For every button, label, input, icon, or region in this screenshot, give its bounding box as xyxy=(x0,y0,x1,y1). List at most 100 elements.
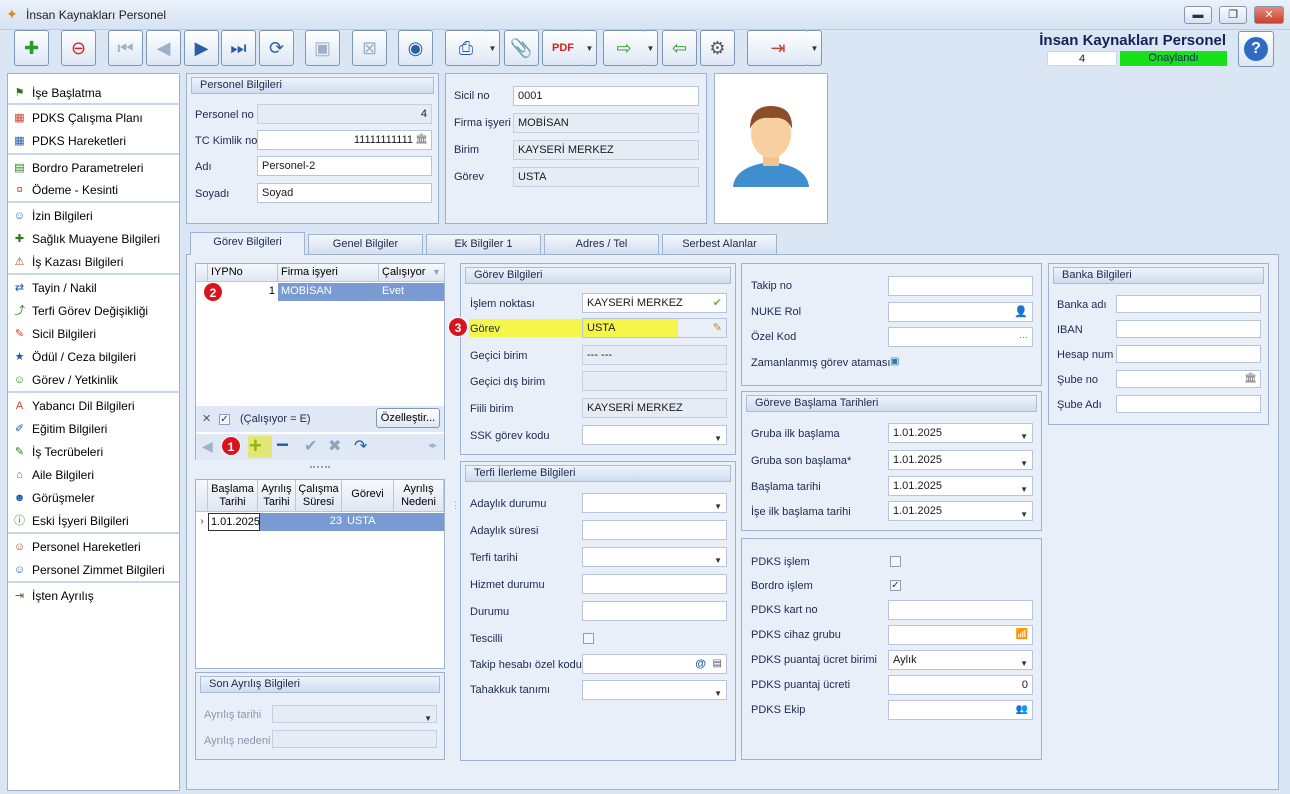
confirm-row-icon[interactable]: ✔ xyxy=(304,436,317,456)
pdf-export-icon[interactable]: PDF xyxy=(542,30,584,66)
ayrilis-tarihi-field[interactable]: ▼ xyxy=(272,705,437,723)
tab-adres-tel[interactable]: Adres / Tel xyxy=(544,234,659,254)
new-record-icon[interactable]: ✚ xyxy=(14,30,49,66)
ise-ilk-field[interactable]: 1.01.2025 ▼ xyxy=(888,501,1033,521)
tahakkuk-field[interactable]: ▼ xyxy=(582,680,727,700)
gruba-son-field[interactable]: 1.01.2025 ▼ xyxy=(888,450,1033,470)
gecici-birim-field[interactable]: --- --- xyxy=(582,345,727,365)
baslama-tarihi-field[interactable]: 1.01.2025 ▼ xyxy=(888,476,1033,496)
takip-hesabi-field[interactable]: @ ▤ xyxy=(582,654,727,674)
ozel-kod-field[interactable]: ··· xyxy=(888,327,1033,347)
takip-no-field[interactable] xyxy=(888,276,1033,296)
sidebar-item-2[interactable]: ▦ PDKS Çalışma Planı xyxy=(8,107,179,130)
durumu-field[interactable] xyxy=(582,601,727,621)
scroll-arrows-icon[interactable]: ◂▸ xyxy=(428,440,437,451)
print-icon[interactable]: ⎙ xyxy=(445,30,487,66)
cancel-row-icon[interactable]: ✖ xyxy=(328,436,341,456)
sidebar-item-19[interactable]: ⓘ Eski İşyeri Bilgileri xyxy=(8,510,179,533)
customize-button[interactable]: Özelleştir... xyxy=(376,408,440,428)
pdks-kart-field[interactable] xyxy=(888,600,1033,620)
settings-icon[interactable]: ⚙ xyxy=(700,30,735,66)
hesap-num-field[interactable] xyxy=(1116,345,1261,363)
attachment-icon[interactable]: 📎 xyxy=(504,30,539,66)
sidebar-item-21[interactable]: ☺ Personel Zimmet Bilgileri xyxy=(8,559,179,582)
save-icon[interactable]: ▣ xyxy=(305,30,340,66)
sidebar-item-5[interactable]: ¤ Ödeme - Kesinti xyxy=(8,179,179,202)
filter-checkbox[interactable]: ✓ xyxy=(219,414,230,425)
column-baslama[interactable]: Başlama Tarihi xyxy=(208,480,258,512)
sube-no-field[interactable]: 🏛 xyxy=(1116,370,1261,388)
close-button[interactable]: ✕ xyxy=(1254,6,1284,24)
pdks-ekip-field[interactable]: 👥 xyxy=(888,700,1033,720)
soyadi-field[interactable]: Soyad xyxy=(257,183,432,203)
column-sure[interactable]: Çalışma Süresi xyxy=(296,480,342,512)
team-icon[interactable]: 👥 xyxy=(1016,701,1028,719)
list-icon[interactable]: ▤ xyxy=(713,655,722,673)
adi-field[interactable]: Personel-2 xyxy=(257,156,432,176)
table-row[interactable]: 1 MOBİSAN Evet xyxy=(196,283,444,301)
sidebar-item-9[interactable]: ⇄ Tayin / Nakil xyxy=(8,277,179,300)
bordro-islem-checkbox[interactable]: ✓ xyxy=(890,580,901,591)
pdks-islem-checkbox[interactable] xyxy=(890,556,901,567)
nav-prev-icon[interactable]: ◀ xyxy=(202,438,213,455)
at-icon[interactable]: @ xyxy=(695,655,706,673)
gruba-ilk-field[interactable]: 1.01.2025 ▼ xyxy=(888,423,1033,443)
first-record-icon[interactable]: ⏮ xyxy=(108,30,143,66)
sidebar-item-12[interactable]: ★ Ödül / Ceza bilgileri xyxy=(8,346,179,369)
cell-baslama[interactable]: 1.01.2025 xyxy=(208,513,260,531)
avatar[interactable] xyxy=(714,73,828,224)
sidebar-item-7[interactable]: ✚ Sağlık Muayene Bilgileri xyxy=(8,228,179,251)
remove-row-icon[interactable]: − xyxy=(276,434,289,456)
iban-field[interactable] xyxy=(1116,320,1261,338)
tab-ek-bilgiler[interactable]: Ek Bilgiler 1 xyxy=(426,234,541,254)
delete-record-icon[interactable]: ⊖ xyxy=(61,30,96,66)
help-button[interactable]: ? xyxy=(1238,31,1274,67)
maximize-button[interactable]: ❐ xyxy=(1219,6,1247,24)
clear-filter-icon[interactable]: ✕ xyxy=(202,412,211,425)
sidebar-item-16[interactable]: ✎ İş Tecrübeleri xyxy=(8,441,179,464)
column-ayrilis[interactable]: Ayrılış Tarihi xyxy=(258,480,296,512)
tab-genel-bilgiler[interactable]: Genel Bilgiler xyxy=(308,234,423,254)
user-lookup-icon[interactable]: 👤 xyxy=(1014,303,1028,321)
next-record-icon[interactable]: ▶ xyxy=(184,30,219,66)
adaylik-durumu-field[interactable]: ▼ xyxy=(582,493,727,513)
export-icon[interactable]: ⇨ xyxy=(603,30,645,66)
bank-icon[interactable]: 🏛 xyxy=(1244,371,1257,387)
banka-adi-field[interactable] xyxy=(1116,295,1261,313)
birim-field[interactable]: KAYSERİ MERKEZ xyxy=(513,140,699,160)
gecici-dis-birim-field[interactable] xyxy=(582,371,727,391)
nuke-rol-field[interactable]: 👤 xyxy=(888,302,1033,322)
hizmet-durumu-field[interactable] xyxy=(582,574,727,594)
sidebar-item-1[interactable]: ⚑ İşe Başlatma xyxy=(8,82,179,105)
exit-icon[interactable]: ⇥ xyxy=(747,30,809,66)
tab-serbest-alanlar[interactable]: Serbest Alanlar xyxy=(662,234,777,254)
sidebar-item-15[interactable]: ✐ Eğitim Bilgileri xyxy=(8,418,179,441)
fiili-birim-field[interactable]: KAYSERİ MERKEZ xyxy=(582,398,727,418)
sidebar-item-8[interactable]: ⚠ İş Kazası Bilgileri xyxy=(8,251,179,274)
sidebar-item-4[interactable]: ▤ Bordro Parametreleri xyxy=(8,157,179,180)
terfi-tarihi-field[interactable]: ▼ xyxy=(582,547,727,567)
tescilli-checkbox[interactable] xyxy=(583,633,594,644)
column-firma[interactable]: Firma işyeri xyxy=(278,264,379,282)
sidebar-item-14[interactable]: A Yabancı Dil Bilgileri xyxy=(8,395,179,418)
device-icon[interactable]: 📶 xyxy=(1016,626,1028,644)
column-neden[interactable]: Ayrılış Nedeni xyxy=(394,480,444,512)
last-record-icon[interactable]: ⏭ xyxy=(221,30,256,66)
refresh-row-icon[interactable]: ↷ xyxy=(354,436,367,456)
cancel-save-icon[interactable]: ⊠ xyxy=(352,30,387,66)
personel-no-field[interactable]: 4 xyxy=(257,104,432,124)
sicil-field[interactable]: 0001 xyxy=(513,86,699,106)
lookup-icon[interactable]: ✎ xyxy=(713,319,722,337)
pdks-birim-field[interactable]: Aylık ▼ xyxy=(888,650,1033,670)
export-dropdown-icon[interactable]: ▼ xyxy=(644,30,658,66)
print-dropdown-icon[interactable]: ▼ xyxy=(486,30,500,66)
minimize-button[interactable]: ▬ xyxy=(1184,6,1212,24)
column-iypno[interactable]: IYPNo xyxy=(208,264,278,282)
sidebar-item-10[interactable]: ⤴ Terfi Görev Değişikliği xyxy=(8,300,179,323)
pdks-ucret-field[interactable]: 0 xyxy=(888,675,1033,695)
adaylik-suresi-field[interactable] xyxy=(582,520,727,540)
table-row[interactable]: › 1.01.2025 23 USTA xyxy=(196,513,444,531)
bank-icon[interactable]: 🏛 xyxy=(415,131,428,149)
sidebar-item-3[interactable]: ▦ PDKS Hareketleri xyxy=(8,130,179,153)
vertical-splitter[interactable]: ⋮ xyxy=(451,500,460,511)
